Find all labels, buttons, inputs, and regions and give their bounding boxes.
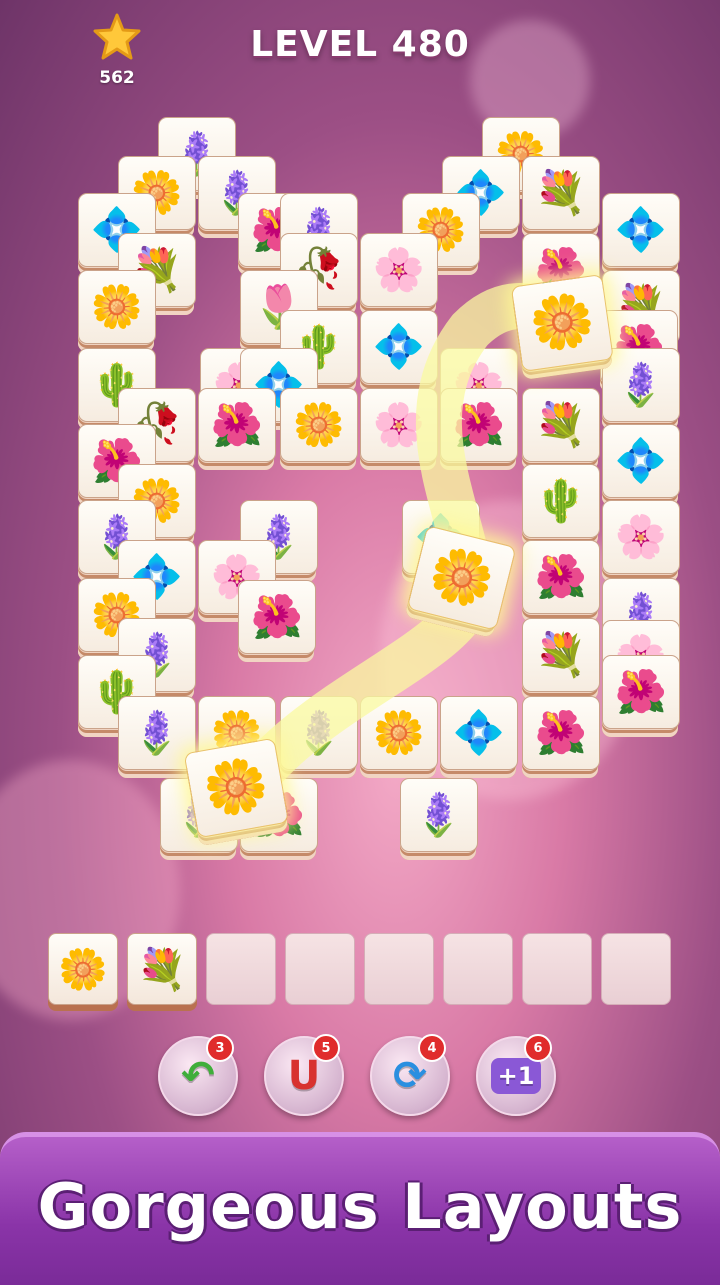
tray-slot-empty <box>364 933 434 1005</box>
selected-flower-tile[interactable]: 🌼 <box>510 273 614 380</box>
magnet-booster-button[interactable]: U5 <box>264 1034 344 1116</box>
tray-slot-empty <box>285 933 355 1005</box>
extra-slot-booster-button[interactable]: +1 6 <box>476 1034 556 1116</box>
undo-booster-button[interactable]: ↶ 3 <box>158 1034 238 1116</box>
promo-banner-text: Gorgeous Layouts <box>37 1170 683 1243</box>
flower-icon: 🌼 <box>183 737 290 839</box>
booster-count-badge: 5 <box>312 1034 340 1062</box>
tray-slot-filled: 💐 <box>127 933 197 1005</box>
tray-slot-empty <box>522 933 592 1005</box>
tray-slot-filled: 🌼 <box>48 933 118 1005</box>
selected-flower-tile[interactable]: 🌼 <box>183 737 290 847</box>
tile-board: 🪻🌼🌼🪻💠💐💠🌺🌼💠🪻💐🥀🌸🌺🌷🌼💐🌵💠🌺🌵🌸💠🌸🪻🌺🥀🌺🌼🌸🌺💐💠🌺🌼🪻🌵🌸🪻… <box>0 0 720 920</box>
booster-count-badge: 3 <box>206 1034 234 1062</box>
undo-arrow-icon: ↶ <box>181 1053 215 1099</box>
booster-count-badge: 6 <box>524 1034 552 1062</box>
match-glow-trail <box>217 283 583 823</box>
magnet-icon: U <box>287 1053 321 1099</box>
shuffle-booster-button[interactable]: ⟳ 4 <box>370 1034 450 1116</box>
shuffle-icon: ⟳ <box>393 1053 427 1099</box>
tray-slot-empty <box>443 933 513 1005</box>
booster-count-badge: 4 <box>418 1034 446 1062</box>
flower-icon: 🌼 <box>510 273 614 372</box>
tray-slot-empty <box>206 933 276 1005</box>
tray-slot-empty <box>601 933 671 1005</box>
plus-one-icon: +1 <box>490 1058 542 1094</box>
